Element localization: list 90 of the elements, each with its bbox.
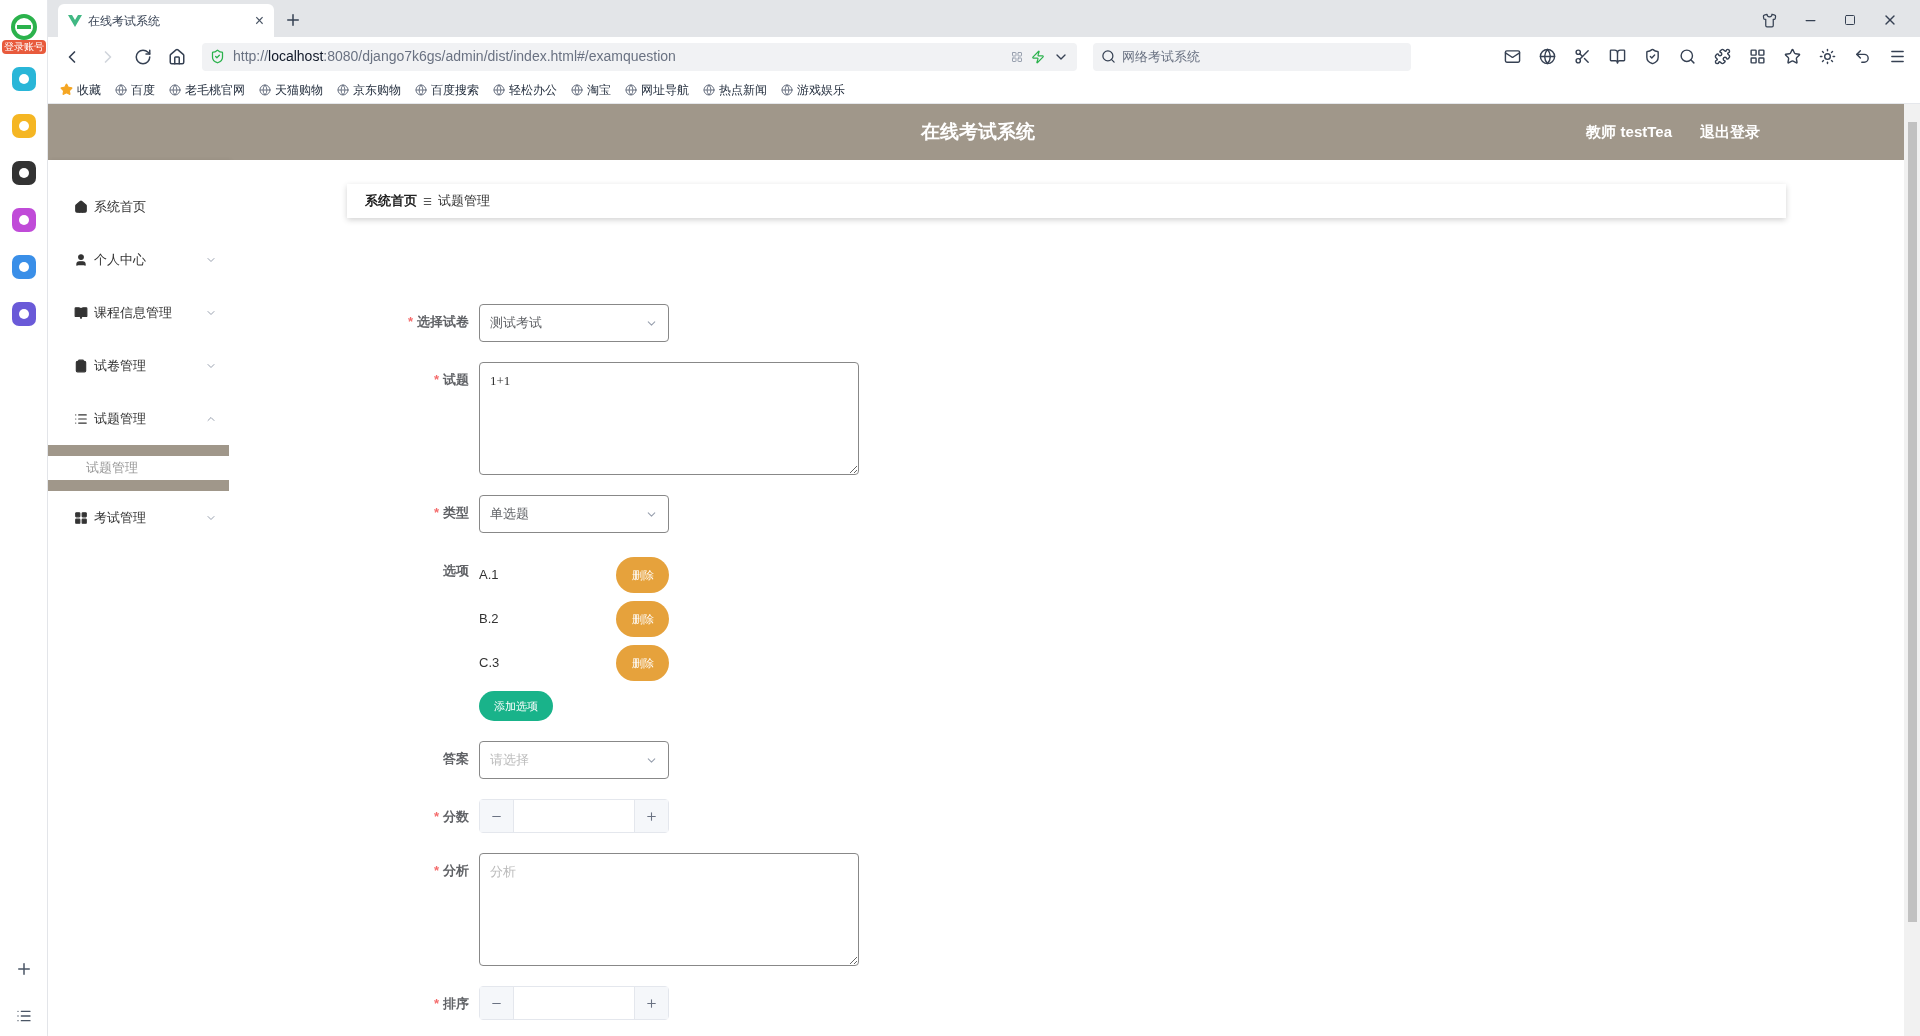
search-placeholder: 网络考试系统 — [1122, 47, 1200, 66]
search-icon — [1101, 49, 1116, 64]
clipboard-icon — [74, 358, 88, 373]
number-input[interactable] — [479, 799, 669, 833]
bookmark[interactable]: 收藏 — [60, 80, 101, 99]
sidebar-item[interactable]: 试题管理 — [48, 392, 229, 445]
person-icon — [74, 252, 88, 267]
globe-icon[interactable] — [1539, 48, 1556, 65]
sidebar-item[interactable]: 个人中心 — [48, 233, 229, 286]
bookmark[interactable]: 淘宝 — [571, 80, 611, 99]
globe-icon — [571, 83, 583, 96]
restore-icon[interactable] — [1844, 14, 1856, 26]
plus-icon[interactable] — [645, 809, 658, 823]
field-label: * 类型 — [433, 504, 469, 522]
globe-icon — [415, 83, 427, 96]
bookmark[interactable]: 网址导航 — [625, 80, 689, 99]
home-icon — [74, 199, 88, 214]
sidebar-item[interactable]: 试卷管理 — [48, 339, 229, 392]
field-label: 选项 — [443, 562, 469, 580]
globe-icon — [493, 83, 505, 96]
globe-icon — [169, 83, 181, 96]
grid-icon — [74, 510, 88, 525]
bookmark[interactable]: 京东购物 — [337, 80, 401, 99]
option-text: B.2 — [479, 610, 500, 629]
globe-icon — [703, 83, 715, 96]
list-icon[interactable] — [15, 1008, 32, 1024]
search-field[interactable]: 网络考试系统 — [1093, 42, 1411, 71]
grid-icon[interactable] — [1749, 48, 1766, 65]
separator-glyph: ☰ — [423, 194, 432, 209]
user-name: 教师 testTea — [1586, 121, 1672, 142]
browser-tab[interactable]: 在线考试系统 × — [58, 4, 274, 37]
new-tab-icon[interactable] — [284, 11, 302, 29]
sidebar-app-icon[interactable] — [10, 160, 37, 186]
tab-title: 在线考试系统 — [88, 12, 161, 30]
home-icon[interactable] — [168, 47, 186, 66]
scrollbar[interactable] — [1904, 104, 1920, 1036]
star-icon[interactable] — [1784, 48, 1801, 65]
sun-icon[interactable] — [1819, 48, 1836, 65]
globe-icon — [625, 83, 637, 96]
list-icon — [74, 411, 88, 426]
app-title: 在线考试系统 — [921, 119, 1035, 144]
skin-icon[interactable] — [1762, 12, 1777, 28]
field-label: * 排序 — [433, 995, 469, 1013]
plus-icon[interactable] — [645, 996, 658, 1010]
tab-close-button[interactable]: × — [254, 8, 264, 33]
number-input[interactable] — [479, 986, 669, 1020]
secure-icon — [210, 49, 225, 64]
field-label: * 分数 — [433, 808, 469, 826]
sidebar-item[interactable]: 课程信息管理 — [48, 286, 229, 339]
select-field[interactable]: 单选题 — [479, 495, 669, 533]
bookmark[interactable]: 轻松办公 — [493, 80, 557, 99]
scissors-icon[interactable] — [1574, 48, 1591, 65]
globe-icon — [337, 83, 349, 96]
globe-icon — [115, 83, 127, 96]
menu-icon[interactable] — [1889, 48, 1906, 65]
option-text: A.1 — [479, 566, 500, 585]
bookmark[interactable]: 百度 — [115, 80, 155, 99]
sidebar-item[interactable]: 考试管理 — [48, 491, 229, 544]
globe-icon — [781, 83, 793, 96]
globe-icon — [259, 83, 271, 96]
book-icon — [74, 305, 88, 320]
field-label: 答案 — [443, 750, 469, 768]
field-label: * 分析 — [433, 862, 469, 880]
bookmark[interactable]: 老毛桃官网 — [169, 80, 245, 99]
puzzle-icon[interactable] — [1714, 48, 1731, 65]
text-area[interactable]: 分析 — [479, 853, 859, 966]
book-icon[interactable] — [1609, 48, 1626, 65]
address-bar[interactable]: http://localhost:8080/django7k6gs/admin/dist/index.html#/examquestion — [202, 42, 1077, 71]
breadcrumb-current: 试题管理 — [438, 192, 490, 211]
search-icon[interactable] — [1679, 48, 1696, 65]
text-area[interactable]: 1+1 — [479, 362, 859, 475]
login-badge[interactable]: 登录账号 — [1, 40, 46, 54]
select-field[interactable]: 测试考试 — [479, 304, 669, 342]
bookmark[interactable]: 热点新闻 — [703, 80, 767, 99]
tab-favicon-icon — [68, 14, 82, 27]
mail-icon[interactable] — [1504, 48, 1521, 65]
field-label: * 试题 — [433, 371, 469, 389]
field-label: * 选择试卷 — [407, 313, 469, 331]
bookmark[interactable]: 游戏娱乐 — [781, 80, 845, 99]
bookmark[interactable]: 百度搜索 — [415, 80, 479, 99]
url-text: http://localhost:8080/django7k6gs/admin/dist/index.html#/examquestion — [233, 47, 677, 66]
reload-icon[interactable] — [134, 47, 152, 66]
shield-icon[interactable] — [1644, 48, 1661, 65]
sidebar-item[interactable]: 系统首页 — [48, 180, 229, 233]
bookmark[interactable]: 天猫购物 — [259, 80, 323, 99]
breadcrumb-link[interactable]: 系统首页 — [365, 191, 417, 211]
option-text: C.3 — [479, 654, 501, 673]
star-icon — [60, 83, 73, 96]
browser-logo-icon[interactable] — [10, 14, 37, 40]
undo-icon[interactable] — [1854, 48, 1871, 65]
